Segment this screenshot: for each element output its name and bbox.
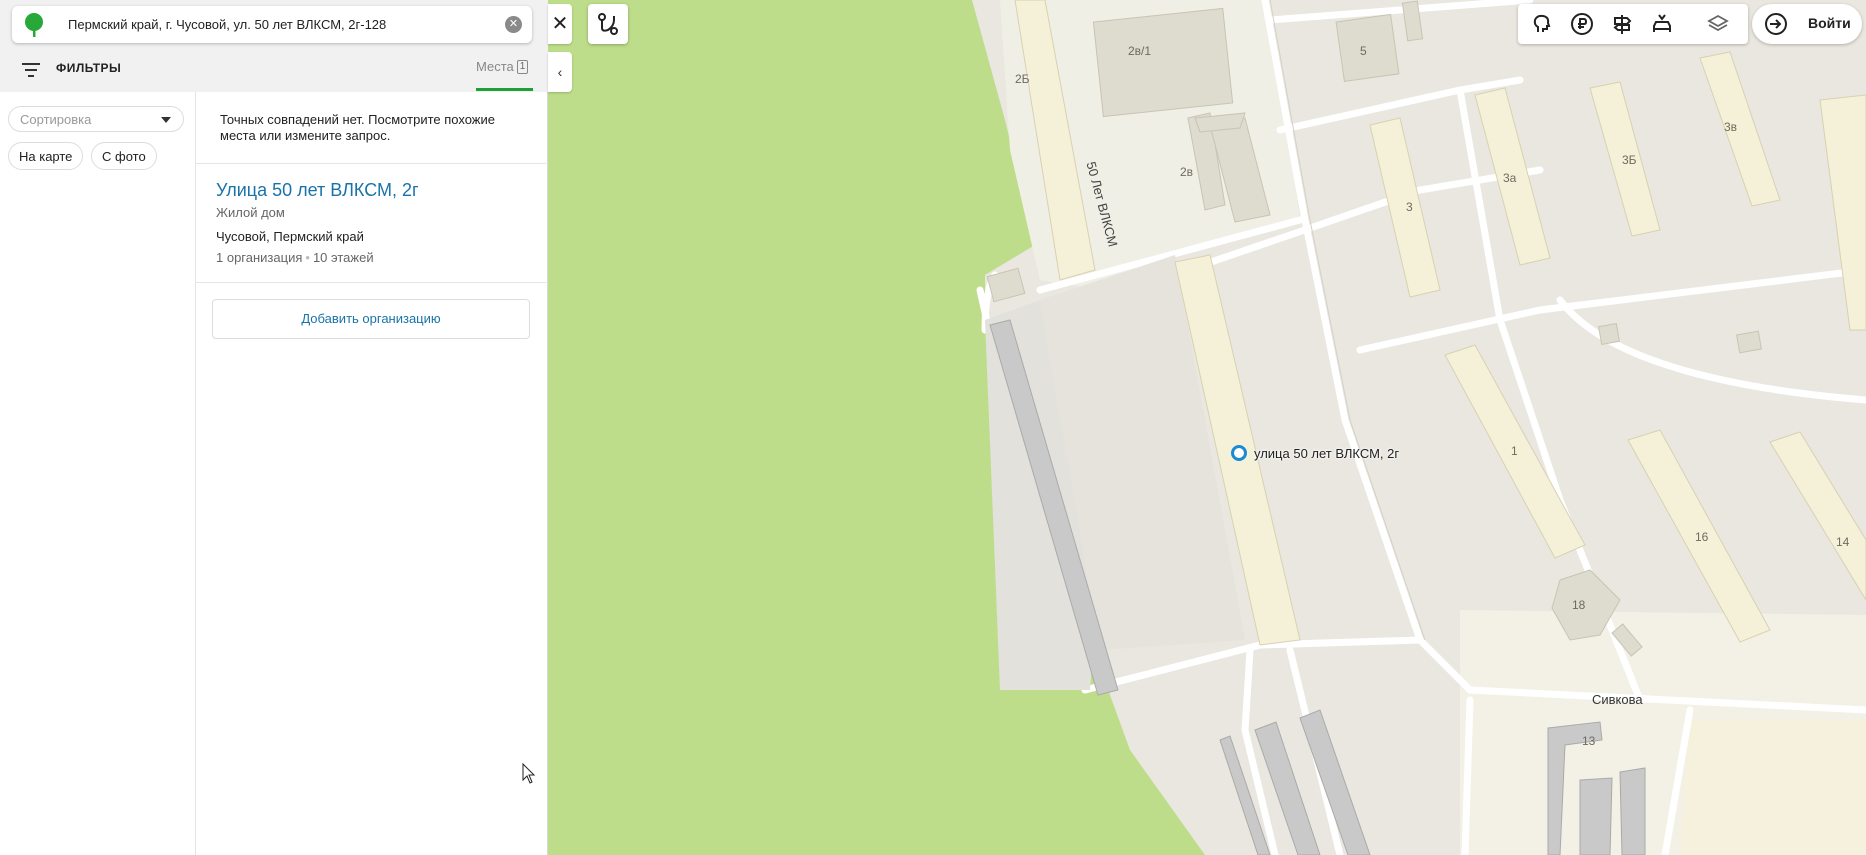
search-input[interactable] [68,6,498,43]
result-title-link[interactable]: Улица 50 лет ВЛКСМ, 2г [216,180,419,201]
filter-column: Сортировка На карте С фото [0,92,196,855]
chip-on-map[interactable]: На карте [8,142,84,170]
divider [196,163,548,164]
result-orgs: 1 организация [216,250,303,265]
result-floors: 10 этажей [312,250,374,265]
car-traffic-icon[interactable] [1650,12,1674,36]
login-button[interactable]: Войти [1752,4,1862,44]
close-panel-button[interactable]: ✕ [548,4,572,44]
route-icon [598,13,618,35]
ruble-icon[interactable] [1570,12,1594,36]
separator-dot: • [305,250,310,265]
building-number: 3Б [1622,153,1637,167]
signpost-icon[interactable] [1610,12,1634,36]
building-number: 3в [1724,120,1738,134]
search-header: ✕ ФИЛЬТРЫ Места1 [0,0,548,92]
chevron-down-icon [161,117,171,123]
map[interactable]: 2Б 2в/1 5 2в 3 3а 3Б 3в 1 16 14 18 13 50… [548,0,1866,855]
building-number: 3а [1503,171,1517,185]
building-number: 18 [1572,598,1586,612]
result-address: Чусовой, Пермский край [216,229,364,244]
sort-placeholder: Сортировка [20,112,92,127]
close-circle-icon[interactable]: ✕ [505,16,522,33]
layers-icon[interactable] [1706,12,1730,36]
filter-icon[interactable] [22,63,40,77]
divider [196,282,548,283]
marker-label[interactable]: улица 50 лет ВЛКСМ, 2г [1254,446,1399,461]
brain-icon[interactable] [1530,12,1554,36]
building-number: 16 [1695,530,1709,544]
login-icon [1765,13,1787,35]
search-box[interactable]: ✕ [12,6,532,43]
add-organization-button[interactable]: Добавить организацию [212,299,530,339]
search-panel: ✕ ФИЛЬТРЫ Места1 Сортировка На карте С ф… [0,0,548,855]
building-number: 2в [1180,165,1194,179]
result-meta: 1 организация • 10 этажей [216,250,374,265]
results-column: Точных совпадений нет. Посмотрите похожи… [196,92,548,855]
result-type: Жилой дом [216,205,285,220]
route-button[interactable] [588,4,628,44]
building-number: 13 [1582,734,1596,748]
places-count-badge: 1 [516,60,529,74]
building-number: 5 [1360,44,1367,58]
building-number: 2Б [1015,72,1030,86]
filters-button[interactable]: ФИЛЬТРЫ [56,61,121,75]
mouse-cursor-icon [522,763,536,784]
building-number: 3 [1406,200,1413,214]
street-label-sivkova: Сивкова [1592,692,1643,707]
chip-with-photo[interactable]: С фото [91,142,157,170]
location-marker-icon[interactable] [1231,445,1247,461]
logo-icon [25,13,43,37]
building-number: 14 [1836,535,1850,549]
tab-places[interactable]: Места 1 [476,59,529,74]
tab-places-label: Места [476,59,514,74]
tab-active-indicator [476,88,533,91]
login-label: Войти [1808,15,1851,31]
no-match-message: Точных совпадений нет. Посмотрите похожи… [220,112,495,143]
map-toolbar [1518,4,1748,44]
filters-row: ФИЛЬТРЫ Места 1 [0,50,548,92]
sort-dropdown[interactable]: Сортировка [8,106,184,132]
map-canvas [548,0,1866,855]
building-number: 1 [1511,444,1518,458]
building-number: 2в/1 [1128,44,1152,58]
collapse-panel-button[interactable]: ‹ [548,52,572,92]
